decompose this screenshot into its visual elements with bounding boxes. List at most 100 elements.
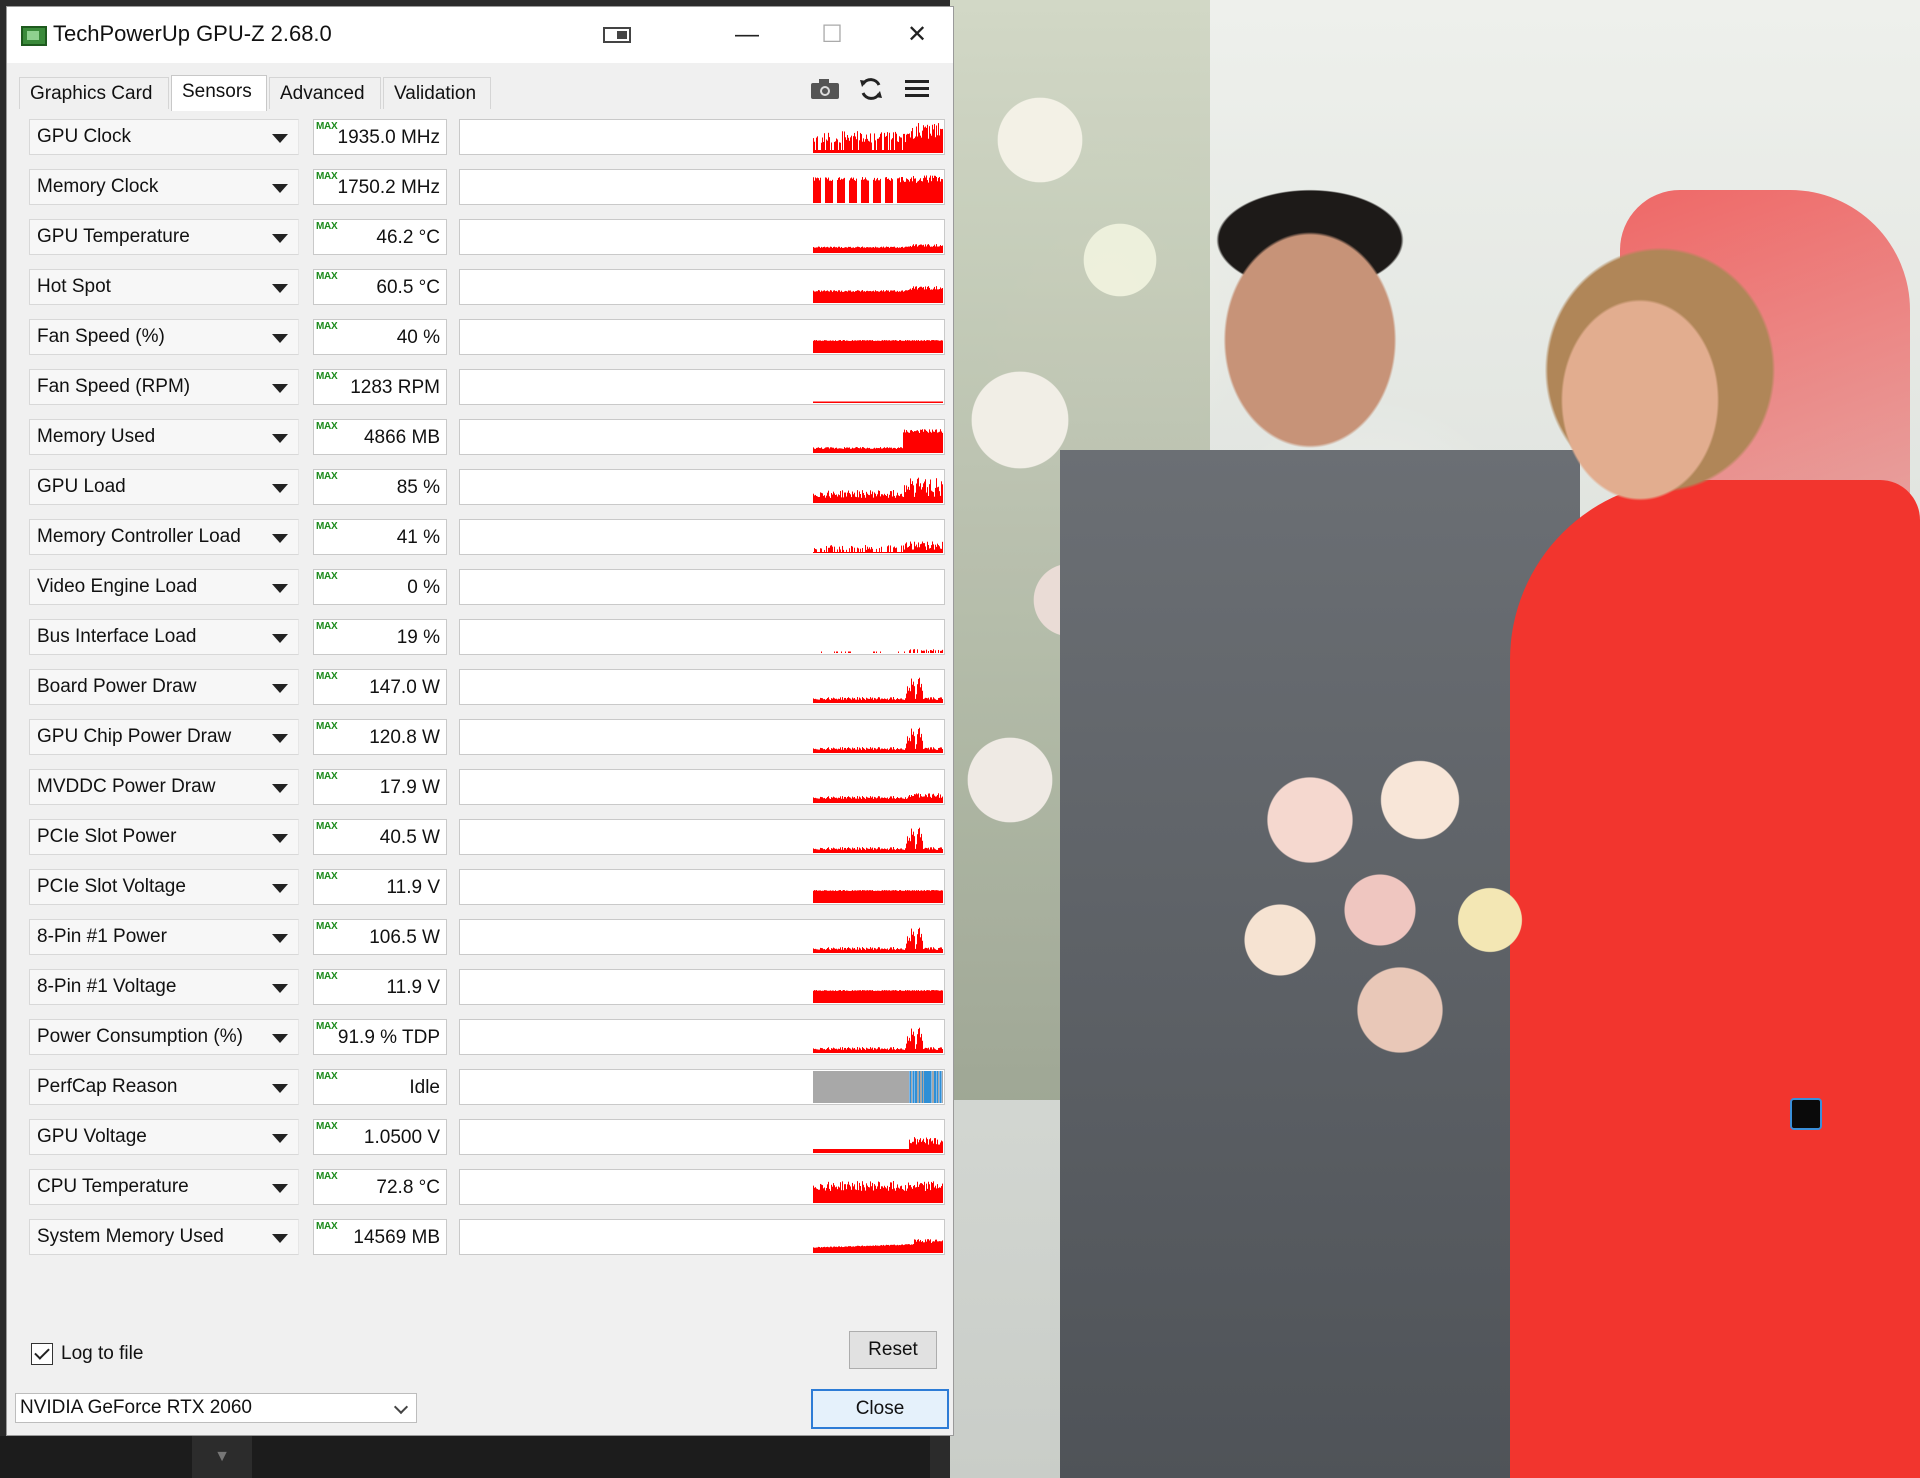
chevron-down-icon[interactable]: ▼: [192, 1436, 252, 1478]
sensor-name-dropdown[interactable]: System Memory Used: [29, 1219, 299, 1255]
sensor-row: CPU Temperature MAX 72.8 °C: [23, 1167, 945, 1207]
sensor-name-dropdown[interactable]: GPU Chip Power Draw: [29, 719, 299, 755]
sensor-name-dropdown[interactable]: MVDDC Power Draw: [29, 769, 299, 805]
sensor-name: GPU Chip Power Draw: [37, 726, 232, 747]
sensor-value: 17.9 W: [379, 777, 440, 798]
sensor-row: 8-Pin #1 Power MAX 106.5 W: [23, 917, 945, 957]
max-indicator: MAX: [316, 121, 338, 132]
gpuz-window: TechPowerUp GPU-Z 2.68.0 — ☐ ✕ Graphics …: [6, 6, 954, 1436]
sensor-name: Hot Spot: [37, 276, 111, 297]
sensor-name-dropdown[interactable]: GPU Clock: [29, 119, 299, 155]
sensor-name-dropdown[interactable]: Memory Controller Load: [29, 519, 299, 555]
max-indicator: MAX: [316, 821, 338, 832]
sensor-graph: [459, 669, 945, 705]
sensor-name: 8-Pin #1 Voltage: [37, 976, 177, 997]
sensor-graph: [459, 369, 945, 405]
close-button[interactable]: Close: [811, 1389, 949, 1429]
sensor-name: MVDDC Power Draw: [37, 776, 216, 797]
close-window-button[interactable]: ✕: [887, 15, 947, 55]
sensor-name-dropdown[interactable]: 8-Pin #1 Voltage: [29, 969, 299, 1005]
sensor-value: 41 %: [396, 527, 440, 548]
graph-plot: [813, 1181, 943, 1203]
sensor-name-dropdown[interactable]: GPU Temperature: [29, 219, 299, 255]
tab-graphics-card[interactable]: Graphics Card: [19, 77, 169, 109]
sensor-name: Memory Controller Load: [37, 526, 241, 547]
sensor-name-dropdown[interactable]: Video Engine Load: [29, 569, 299, 605]
dropdown-arrow-icon: [272, 1084, 288, 1093]
sensor-name-dropdown[interactable]: Fan Speed (RPM): [29, 369, 299, 405]
sensor-name-dropdown[interactable]: PCIe Slot Power: [29, 819, 299, 855]
graph-plot: [813, 677, 943, 703]
sensor-value-box: MAX 11.9 V: [313, 969, 447, 1005]
dropdown-arrow-icon: [272, 984, 288, 993]
max-indicator: MAX: [316, 921, 338, 932]
graph-plot: [813, 244, 943, 253]
graph-plot: [813, 1239, 943, 1253]
sensor-name-dropdown[interactable]: Power Consumption (%): [29, 1019, 299, 1055]
max-indicator: MAX: [316, 371, 338, 382]
dropdown-arrow-icon: [272, 384, 288, 393]
sensor-name-dropdown[interactable]: Memory Clock: [29, 169, 299, 205]
sensor-name-dropdown[interactable]: GPU Load: [29, 469, 299, 505]
sensor-name-dropdown[interactable]: PerfCap Reason: [29, 1069, 299, 1105]
sensor-graph: [459, 269, 945, 305]
sensor-row: Fan Speed (%) MAX 40 %: [23, 317, 945, 357]
dropdown-arrow-icon: [272, 1034, 288, 1043]
minimize-button[interactable]: —: [717, 15, 777, 55]
menu-icon[interactable]: [899, 71, 935, 107]
tab-validation[interactable]: Validation: [383, 77, 491, 109]
reset-button[interactable]: Reset: [849, 1331, 937, 1369]
sensor-graph: [459, 519, 945, 555]
sensor-name-dropdown[interactable]: PCIe Slot Voltage: [29, 869, 299, 905]
gpu-select-value: NVIDIA GeForce RTX 2060: [20, 1397, 252, 1418]
dropdown-arrow-icon: [272, 1234, 288, 1243]
sensor-value: 40.5 W: [379, 827, 440, 848]
sensor-graph: [459, 619, 945, 655]
screenshot-window-icon[interactable]: [587, 15, 647, 55]
title-bar[interactable]: TechPowerUp GPU-Z 2.68.0 — ☐ ✕: [7, 7, 953, 63]
dropdown-arrow-icon: [272, 484, 288, 493]
sensor-name-dropdown[interactable]: 8-Pin #1 Power: [29, 919, 299, 955]
sensor-name-dropdown[interactable]: CPU Temperature: [29, 1169, 299, 1205]
sensor-graph: [459, 1219, 945, 1255]
bride-figure: [1470, 210, 1800, 550]
sensor-row: PCIe Slot Power MAX 40.5 W: [23, 817, 945, 857]
dropdown-arrow-icon: [272, 634, 288, 643]
graph-plot: [821, 649, 943, 653]
gpu-select-dropdown[interactable]: NVIDIA GeForce RTX 2060: [15, 1393, 417, 1423]
sensor-row: Video Engine Load MAX 0 %: [23, 567, 945, 607]
sensor-name-dropdown[interactable]: GPU Voltage: [29, 1119, 299, 1155]
sensor-graph: [459, 569, 945, 605]
tab-advanced[interactable]: Advanced: [269, 77, 381, 109]
sensor-graph: [459, 919, 945, 955]
sensor-row: Hot Spot MAX 60.5 °C: [23, 267, 945, 307]
max-indicator: MAX: [316, 1121, 338, 1132]
max-indicator: MAX: [316, 771, 338, 782]
sensor-name-dropdown[interactable]: Bus Interface Load: [29, 619, 299, 655]
overlay-square-icon[interactable]: [1790, 1098, 1822, 1130]
tab-sensors[interactable]: Sensors: [171, 75, 267, 111]
sensor-name: Fan Speed (%): [37, 326, 165, 347]
sensor-value-box: MAX 17.9 W: [313, 769, 447, 805]
max-indicator: MAX: [316, 1021, 338, 1032]
camera-icon[interactable]: [807, 71, 843, 107]
sensor-name: PCIe Slot Voltage: [37, 876, 186, 897]
sensor-name-dropdown[interactable]: Hot Spot: [29, 269, 299, 305]
max-indicator: MAX: [316, 271, 338, 282]
sensor-graph: [459, 969, 945, 1005]
sensor-name: PerfCap Reason: [37, 1076, 178, 1097]
sensor-name-dropdown[interactable]: Memory Used: [29, 419, 299, 455]
window-title: TechPowerUp GPU-Z 2.68.0: [53, 21, 332, 46]
dropdown-arrow-icon: [272, 134, 288, 143]
max-indicator: MAX: [316, 221, 338, 232]
sensor-name-dropdown[interactable]: Board Power Draw: [29, 669, 299, 705]
maximize-button[interactable]: ☐: [802, 15, 862, 55]
refresh-icon[interactable]: [853, 71, 889, 107]
sensor-value: 147.0 W: [369, 677, 440, 698]
sensor-name-dropdown[interactable]: Fan Speed (%): [29, 319, 299, 355]
graph-plot: [813, 727, 943, 753]
gpuz-app-icon: [21, 26, 47, 46]
graph-plot: [813, 1027, 943, 1053]
log-to-file-checkbox[interactable]: [31, 1343, 53, 1365]
sensor-name: CPU Temperature: [37, 1176, 189, 1197]
